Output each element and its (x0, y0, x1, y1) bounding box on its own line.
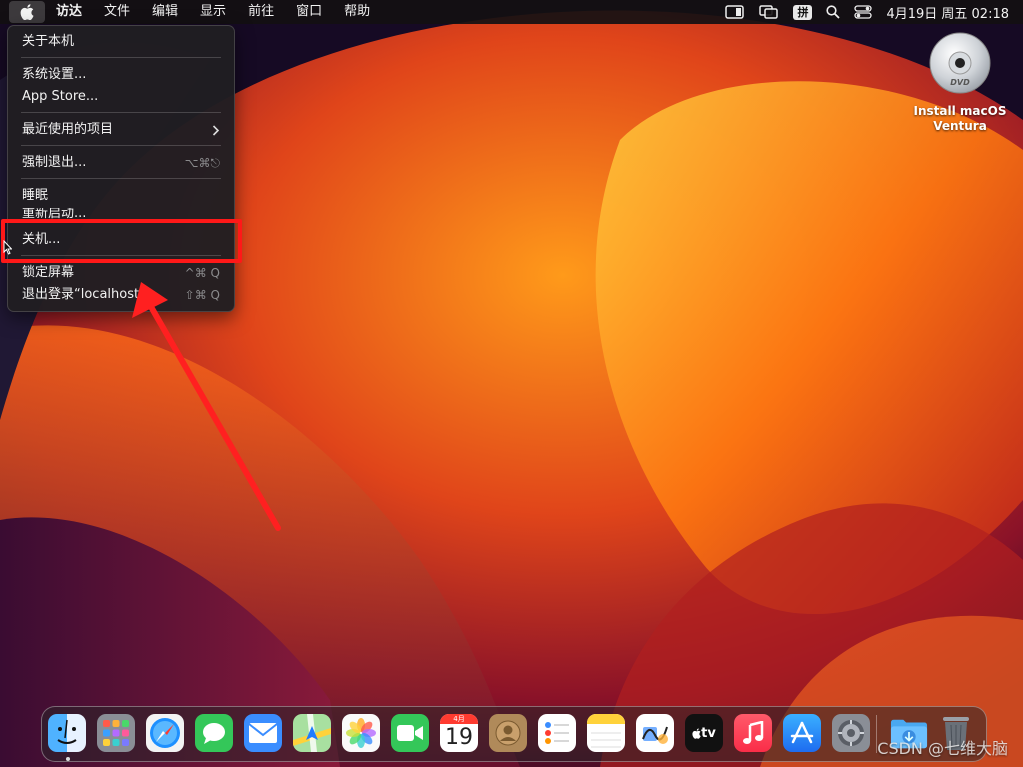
csdn-watermark: CSDN @七维大脑 (877, 739, 1008, 758)
notes-icon[interactable] (587, 714, 625, 752)
svg-text:DVD: DVD (950, 78, 970, 87)
menu-view[interactable]: 显示 (189, 0, 237, 24)
menu-item-force-quit[interactable]: 强制退出... ⌥⌘⎋ (22, 154, 220, 172)
menu-item-lock-screen[interactable]: 锁定屏幕 ^⌘ Q (22, 264, 220, 282)
maps-icon[interactable] (293, 714, 331, 752)
freeform-icon[interactable] (636, 714, 674, 752)
launchpad-icon[interactable] (97, 714, 135, 752)
menu-item-log-out[interactable]: 退出登录“localhost”... ⇧⌘ Q (22, 286, 220, 304)
menu-item-recent-items[interactable]: 最近使用的项目 (22, 121, 220, 139)
calendar-icon[interactable]: 4月 19 (440, 714, 478, 752)
chevron-right-icon (212, 124, 220, 136)
safari-icon[interactable] (146, 714, 184, 752)
menu-separator (21, 57, 221, 58)
control-center-icon[interactable] (854, 5, 873, 19)
finder-icon[interactable] (48, 714, 86, 752)
app-store-icon[interactable] (783, 714, 821, 752)
system-settings-icon[interactable] (832, 714, 870, 752)
menu-finder[interactable]: 访达 (45, 0, 93, 24)
search-icon[interactable] (826, 5, 841, 19)
menu-go[interactable]: 前往 (237, 0, 285, 24)
install-macos-ventura-icon[interactable]: DVD Install macOS Ventura (909, 32, 1011, 134)
apple-menu-dropdown: 关于本机 系统设置... App Store... 最近使用的项目 强制退出..… (7, 25, 235, 312)
mail-icon[interactable] (244, 714, 282, 752)
menu-help[interactable]: 帮助 (333, 0, 381, 24)
photos-icon[interactable] (342, 714, 380, 752)
menu-item-app-store[interactable]: App Store... (22, 88, 220, 106)
menu-edit[interactable]: 编辑 (141, 0, 189, 24)
apple-tv-icon[interactable]: tv (685, 714, 723, 752)
lock-screen-shortcut: ^⌘ Q (184, 266, 220, 280)
menu-item-sleep[interactable]: 睡眠 (22, 187, 220, 205)
install-macos-label: Install macOS Ventura (913, 104, 1007, 133)
reminders-icon[interactable] (538, 714, 576, 752)
menu-item-about[interactable]: 关于本机 (22, 33, 220, 51)
dock: 4月 19 tv (41, 706, 987, 762)
facetime-icon[interactable] (391, 714, 429, 752)
force-quit-shortcut: ⌥⌘⎋ (184, 156, 220, 170)
menu-window[interactable]: 窗口 (285, 0, 333, 24)
display-icon[interactable] (725, 5, 745, 19)
mouse-pointer-icon (3, 240, 12, 255)
messages-icon[interactable] (195, 714, 233, 752)
screen-mirroring-icon[interactable] (759, 5, 779, 19)
log-out-shortcut: ⇧⌘ Q (184, 288, 220, 302)
menu-item-restart[interactable]: 重新启动... (22, 208, 220, 219)
menu-separator (21, 112, 221, 113)
menu-separator (21, 178, 221, 179)
annotation-highlight-box (1, 219, 242, 263)
menu-separator (21, 145, 221, 146)
menu-bar: 访达 文件 编辑 显示 前往 窗口 帮助 拼 4月19日 周五 02:18 (0, 0, 1023, 24)
menu-bar-clock[interactable]: 4月19日 周五 02:18 (886, 3, 1009, 22)
music-icon[interactable] (734, 714, 772, 752)
apple-menu-icon[interactable] (9, 1, 45, 23)
contacts-icon[interactable] (489, 714, 527, 752)
dvd-disc-icon: DVD (929, 32, 991, 94)
input-method-indicator[interactable]: 拼 (793, 4, 813, 20)
menu-item-system-settings[interactable]: 系统设置... (22, 66, 220, 84)
finder-running-indicator (66, 757, 70, 761)
menu-file[interactable]: 文件 (93, 0, 141, 24)
